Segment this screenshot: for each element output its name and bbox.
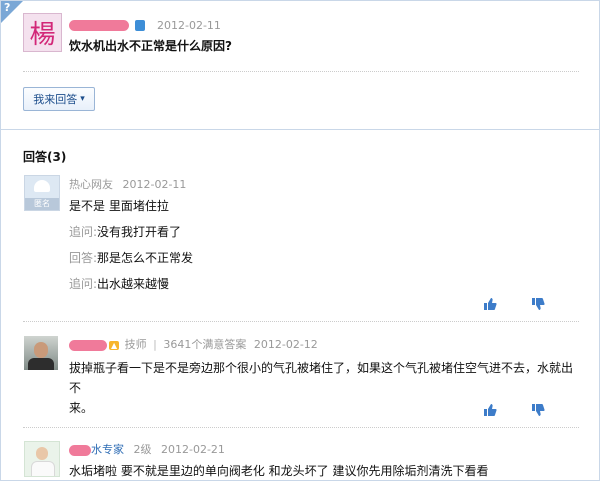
answerer-name[interactable]: 水专家 bbox=[91, 443, 124, 456]
followup-label: 回答: bbox=[69, 251, 98, 265]
divider bbox=[23, 71, 579, 72]
asker-avatar[interactable]: 楊 bbox=[23, 13, 62, 52]
asker-meta: 2012-02-11 bbox=[69, 15, 221, 32]
answer-date: 2012-02-21 bbox=[161, 443, 225, 456]
answerer-name: 热心网友 bbox=[69, 178, 113, 191]
section-divider bbox=[1, 129, 599, 130]
redacted-username[interactable] bbox=[69, 339, 107, 351]
badge-icon: ▲ bbox=[109, 340, 120, 350]
question-date: 2012-02-11 bbox=[157, 19, 221, 32]
followup: 追问:出水越来越慢 bbox=[69, 275, 169, 292]
answer-text: 是不是 里面堵住拉 bbox=[69, 199, 169, 213]
answer-button-label: 我来回答 bbox=[33, 93, 78, 106]
answer-meta: 水专家 2级 2012-02-21 bbox=[69, 441, 225, 457]
answer-date: 2012-02-11 bbox=[122, 178, 187, 191]
anonymous-label: 匿名 bbox=[25, 198, 59, 210]
followup: 追问:没有我打开看了 bbox=[69, 223, 181, 240]
followup-text: 出水越来越慢 bbox=[97, 277, 170, 291]
mobile-icon bbox=[135, 20, 145, 31]
answer-meta: ▲ 技师 | 3641个满意答案 2012-02-12 bbox=[69, 336, 318, 352]
thumbs-up-icon[interactable] bbox=[483, 297, 497, 311]
redacted-username[interactable] bbox=[69, 20, 129, 31]
thumbs-down-icon[interactable] bbox=[531, 297, 545, 311]
answerer-title: 技师 bbox=[124, 338, 147, 351]
answer-text: 拔掉瓶子看一下是不是旁边那个很小的气孔被堵住了，如果这个气孔被堵住空气进不去，水… bbox=[69, 358, 579, 418]
redacted-username[interactable] bbox=[69, 444, 91, 456]
followup: 回答:那是怎么不正常发 bbox=[69, 249, 193, 266]
answer-date: 2012-02-12 bbox=[253, 338, 318, 351]
divider bbox=[23, 427, 579, 428]
anonymous-avatar: 匿名 bbox=[24, 175, 60, 211]
satisfied-count: 3641个满意答案 bbox=[163, 338, 247, 351]
thumbs-up-icon[interactable] bbox=[483, 403, 497, 417]
answer-meta: 热心网友 2012-02-11 bbox=[69, 176, 186, 192]
followup-label: 追问: bbox=[69, 225, 98, 239]
question-mark-icon: ? bbox=[4, 1, 11, 14]
answer-text-line: 拔掉瓶子看一下是不是旁边那个很小的气孔被堵住了，如果这个气孔被堵住空气进不去，水… bbox=[69, 361, 574, 395]
meta-separator: | bbox=[153, 338, 157, 351]
answers-header: 回答(3) bbox=[23, 150, 67, 164]
qa-page: ? 楊 2012-02-11 饮水机出水不正常是什么原因? 我来回答 ▾ 回答(3… bbox=[0, 0, 600, 481]
followup-label: 追问: bbox=[69, 277, 98, 291]
answerer-avatar[interactable] bbox=[24, 441, 60, 477]
answer-button[interactable]: 我来回答 ▾ bbox=[23, 87, 95, 111]
answer-text: 水垢堵啦 要不就是里边的单向阀老化 和龙头坏了 建议你先用除垢剂清洗下看看 bbox=[69, 464, 489, 478]
avatar-char: 楊 bbox=[29, 20, 56, 50]
chevron-down-icon: ▾ bbox=[80, 94, 85, 104]
answerer-level: 2级 bbox=[133, 443, 152, 456]
thumbs-down-icon[interactable] bbox=[531, 403, 545, 417]
answerer-avatar[interactable] bbox=[24, 336, 58, 370]
answer-text-line: 来。 bbox=[69, 401, 94, 415]
divider bbox=[23, 321, 579, 322]
followup-text: 没有我打开看了 bbox=[97, 225, 182, 239]
question-title: 饮水机出水不正常是什么原因? bbox=[69, 39, 232, 53]
followup-text: 那是怎么不正常发 bbox=[97, 251, 194, 265]
